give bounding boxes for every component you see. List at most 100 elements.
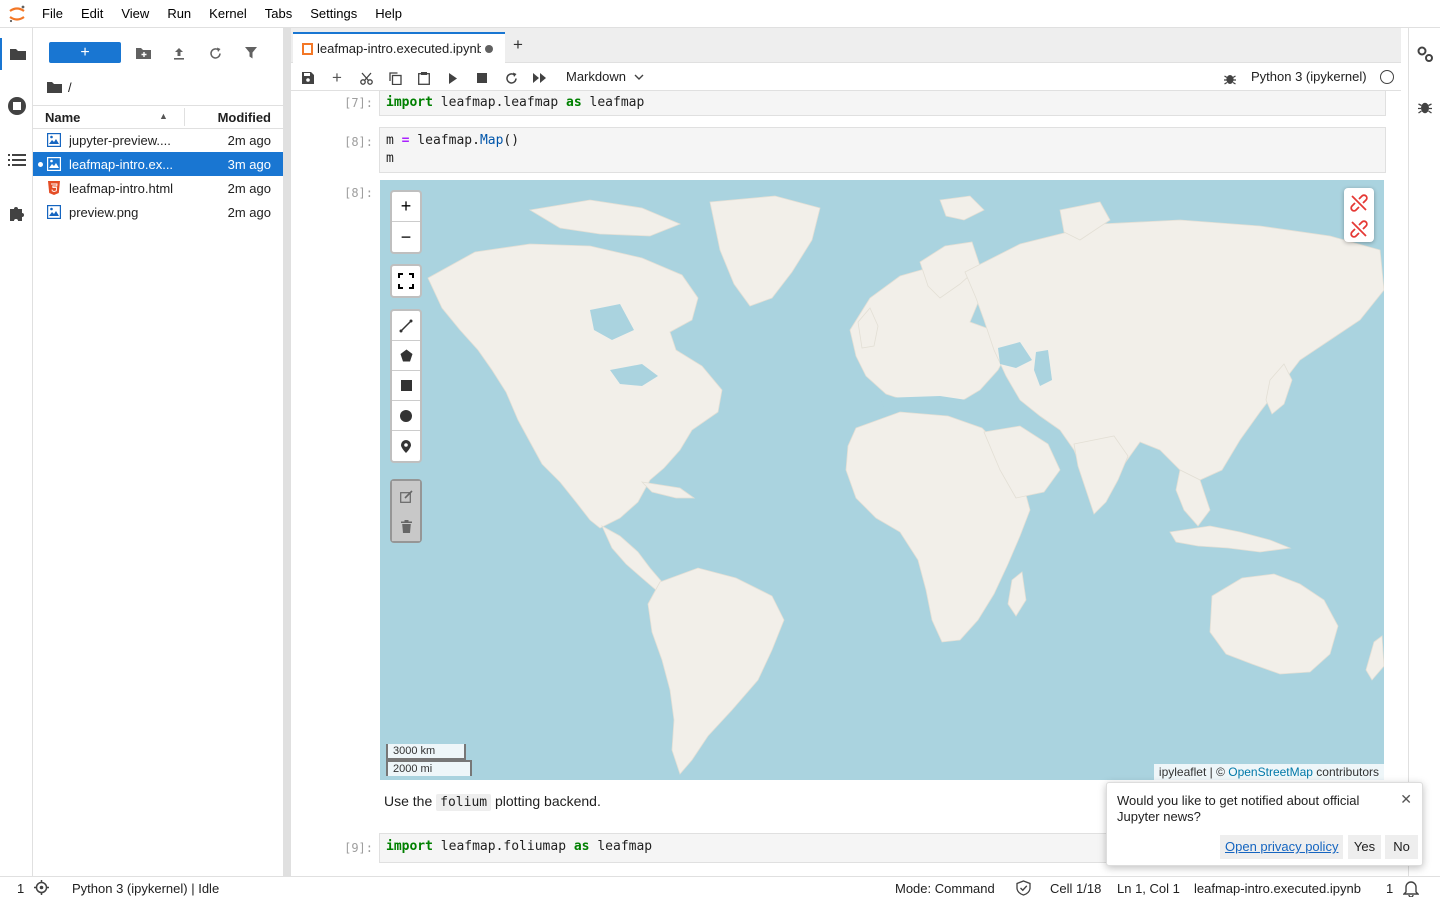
- close-icon[interactable]: ✕: [1400, 791, 1412, 808]
- image-file-icon: [47, 133, 61, 147]
- draw-polygon-icon[interactable]: [392, 341, 420, 371]
- run-cell-icon[interactable]: [442, 67, 464, 89]
- debugger-bug-icon[interactable]: [1219, 67, 1241, 89]
- terminal-count[interactable]: 1: [17, 881, 24, 896]
- image-file-icon: [47, 205, 61, 219]
- arctic-islands: [528, 199, 682, 237]
- extension-puzzle-icon[interactable]: [0, 197, 33, 229]
- file-browser: + / Name ▲ Modified jupyter-preview.... …: [33, 28, 283, 876]
- privacy-policy-link[interactable]: Open privacy policy: [1220, 835, 1344, 859]
- breadcrumb-root[interactable]: /: [68, 80, 72, 95]
- restart-kernel-icon[interactable]: [500, 67, 522, 89]
- unsaved-dot-icon[interactable]: [485, 45, 493, 53]
- status-bar: 1 Python 3 (ipykernel) | Idle Mode: Comm…: [0, 876, 1440, 900]
- svalbard: [939, 195, 985, 221]
- layer-unlink-control: [1344, 188, 1374, 242]
- html-file-icon: [48, 181, 60, 195]
- menu-help[interactable]: Help: [366, 0, 411, 28]
- menu-settings[interactable]: Settings: [301, 0, 366, 28]
- menu-tabs[interactable]: Tabs: [256, 0, 301, 28]
- zoom-in-button[interactable]: +: [392, 192, 420, 222]
- file-list-header: Name ▲ Modified: [33, 105, 283, 129]
- menu-run[interactable]: Run: [158, 0, 200, 28]
- attribution-suffix: contributors: [1312, 765, 1379, 779]
- menu-view[interactable]: View: [112, 0, 158, 28]
- insert-cell-icon[interactable]: +: [326, 67, 348, 89]
- cell-counter[interactable]: Cell 1/18: [1050, 881, 1101, 896]
- notebook-toolbar: + Markdown Python 3 (ipykernel): [291, 63, 1401, 91]
- table-of-contents-icon[interactable]: [0, 144, 33, 176]
- markdown-cell[interactable]: Use the folium plotting backend.: [384, 793, 601, 811]
- breadcrumb[interactable]: /: [47, 78, 72, 96]
- draw-circle-icon[interactable]: [392, 401, 420, 431]
- left-sidebar: [0, 28, 33, 876]
- paste-icon[interactable]: [413, 67, 435, 89]
- code-cell-8[interactable]: m = leafmap.Map() m: [379, 127, 1386, 173]
- kernel-name[interactable]: Python 3 (ipykernel): [1251, 69, 1367, 84]
- draw-rectangle-icon[interactable]: [392, 371, 420, 401]
- interrupt-kernel-icon[interactable]: [471, 67, 493, 89]
- leaflet-map[interactable]: + − 3000 km 2000 mi ipyleaflet | © OpenS…: [380, 180, 1384, 780]
- file-modified: 3m ago: [227, 157, 271, 172]
- add-tab-button[interactable]: +: [507, 34, 529, 56]
- cut-icon[interactable]: [355, 67, 377, 89]
- edit-toolbar: [390, 479, 422, 543]
- menu-file[interactable]: File: [33, 0, 72, 28]
- north-america: [427, 243, 723, 529]
- unlink-icon[interactable]: [1350, 194, 1368, 212]
- south-america: [647, 567, 785, 775]
- notification-count[interactable]: 1: [1386, 881, 1393, 896]
- tab-label: leafmap-intro.executed.ipynb: [317, 41, 481, 56]
- trusted-shield-icon[interactable]: [1016, 880, 1031, 899]
- delete-layers-icon[interactable]: [392, 511, 420, 541]
- file-row-preview-png[interactable]: preview.png 2m ago: [33, 200, 283, 224]
- code-cell-7[interactable]: import leafmap.leafmap as leafmap: [379, 91, 1386, 116]
- cell-type-dropdown[interactable]: Markdown: [566, 69, 644, 84]
- menu-edit[interactable]: Edit: [72, 0, 112, 28]
- column-name-header[interactable]: Name: [45, 110, 80, 125]
- new-launcher-button[interactable]: +: [49, 42, 121, 63]
- restart-run-all-icon[interactable]: [529, 67, 551, 89]
- tab-notebook[interactable]: leafmap-intro.executed.ipynb: [293, 32, 505, 63]
- fullscreen-icon[interactable]: [392, 266, 420, 296]
- cell-prompt: [7]:: [344, 96, 373, 110]
- new-folder-icon[interactable]: [132, 42, 154, 64]
- openstreetmap-link[interactable]: OpenStreetMap: [1228, 765, 1313, 779]
- draw-polyline-icon[interactable]: [392, 311, 420, 341]
- bell-icon[interactable]: [1402, 880, 1420, 900]
- zoom-out-button[interactable]: −: [392, 222, 420, 252]
- zoom-control: + −: [390, 190, 422, 254]
- save-icon[interactable]: [297, 67, 319, 89]
- kernel-gear-icon[interactable]: [34, 880, 49, 898]
- cursor-position[interactable]: Ln 1, Col 1: [1117, 881, 1180, 896]
- folder-icon[interactable]: [0, 38, 33, 70]
- india: [1073, 435, 1129, 515]
- refresh-icon[interactable]: [204, 42, 226, 64]
- sidebar-splitter[interactable]: [283, 28, 291, 876]
- notebook-file-icon: [47, 157, 61, 171]
- file-row-leafmap-intro-html[interactable]: leafmap-intro.html 2m ago: [33, 176, 283, 200]
- file-row-jupyter-preview[interactable]: jupyter-preview.... 2m ago: [33, 128, 283, 152]
- running-kernels-icon[interactable]: [0, 90, 33, 122]
- file-modified: 2m ago: [227, 181, 271, 196]
- debugger-icon[interactable]: [1409, 90, 1440, 122]
- kernel-status[interactable]: Python 3 (ipykernel) | Idle: [72, 881, 219, 896]
- column-divider[interactable]: [184, 108, 185, 126]
- column-modified-header[interactable]: Modified: [218, 110, 271, 125]
- upload-icon[interactable]: [168, 42, 190, 64]
- edit-layers-icon[interactable]: [392, 481, 420, 511]
- property-inspector-gears-icon[interactable]: [1409, 38, 1440, 70]
- draw-marker-icon[interactable]: [392, 431, 420, 461]
- file-modified: 2m ago: [227, 133, 271, 148]
- file-row-leafmap-intro-executed[interactable]: leafmap-intro.ex... 3m ago: [33, 152, 283, 176]
- world-map-tiles: [427, 195, 1384, 775]
- markdown-text: plotting backend.: [491, 793, 601, 809]
- filter-icon[interactable]: [240, 42, 262, 64]
- yes-button[interactable]: Yes: [1348, 835, 1381, 859]
- unlink-basemap-icon[interactable]: [1350, 220, 1368, 238]
- no-button[interactable]: No: [1385, 835, 1418, 859]
- map-scale: 3000 km 2000 mi: [386, 744, 472, 776]
- copy-icon[interactable]: [384, 67, 406, 89]
- menu-kernel[interactable]: Kernel: [200, 0, 256, 28]
- right-sidebar: [1408, 28, 1440, 876]
